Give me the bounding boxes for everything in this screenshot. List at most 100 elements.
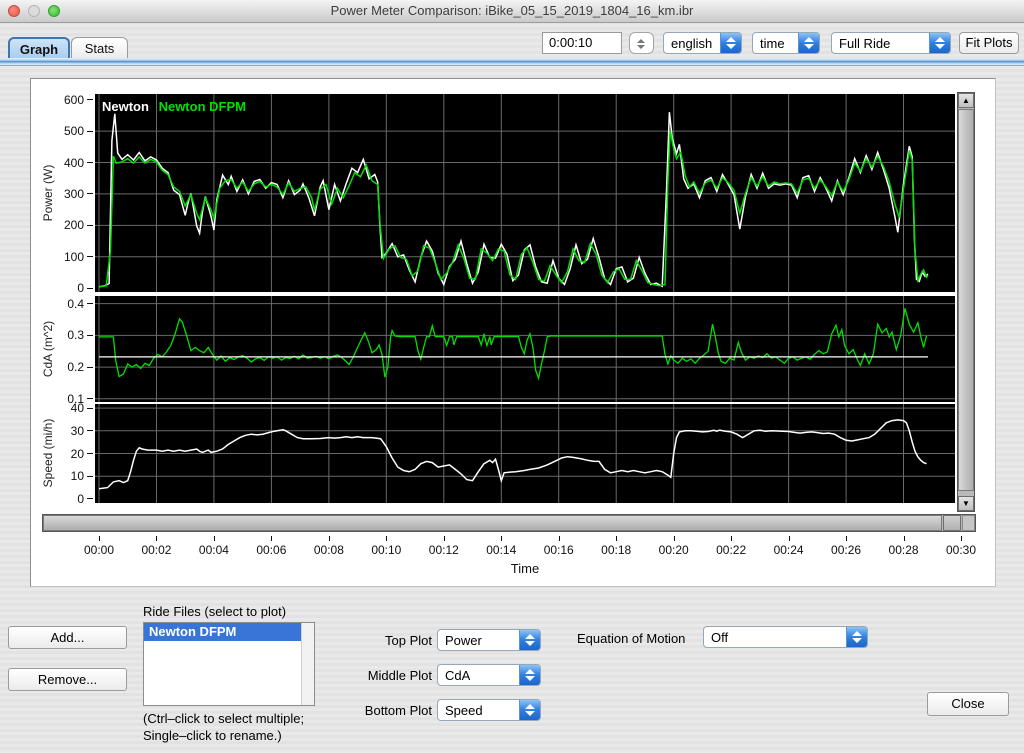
- power-plot[interactable]: [95, 94, 955, 292]
- x-tick-label: 00:14: [479, 543, 523, 557]
- ride-files-list[interactable]: Newton DFPM: [143, 622, 315, 706]
- y-tick-mark: [87, 476, 93, 477]
- ride-files-hint-line2: Single–click to rename.): [143, 728, 282, 743]
- y-tick-label: 10: [44, 469, 84, 483]
- horizontal-scrollbar[interactable]: [42, 514, 976, 532]
- x-tick-label: 00:12: [422, 543, 466, 557]
- xaxis-mode-select[interactable]: time: [752, 32, 820, 54]
- y-tick-mark: [87, 453, 93, 454]
- ride-files-hint-line1: (Ctrl–click to select multiple;: [143, 711, 304, 726]
- combo-chevrons-icon: [720, 33, 741, 53]
- x-tick-mark: [99, 536, 100, 541]
- fit-plots-button[interactable]: Fit Plots: [959, 32, 1019, 54]
- x-tick-label: 00:08: [307, 543, 351, 557]
- scrollbar-end-cap: [962, 515, 975, 531]
- x-tick-label: 00:26: [824, 543, 868, 557]
- scroll-up-icon[interactable]: ▲: [958, 93, 974, 108]
- cda-plot[interactable]: [95, 296, 955, 402]
- y-tick-mark: [87, 256, 93, 257]
- x-tick-label: 00:20: [652, 543, 696, 557]
- combo-chevrons-icon: [798, 33, 819, 53]
- y-tick-label: 0: [44, 281, 84, 295]
- x-tick-mark: [156, 536, 157, 541]
- units-select[interactable]: english: [663, 32, 742, 54]
- legend-newton-dfpm: Newton DFPM: [159, 99, 246, 114]
- x-tick-label: 00:30: [939, 543, 983, 557]
- power-y-ticks: 6005004003002001000: [56, 94, 93, 292]
- y-tick-label: 300: [44, 187, 84, 201]
- x-tick-mark: [961, 536, 962, 541]
- y-tick-label: 0.2: [44, 360, 84, 374]
- middle-plot-select[interactable]: CdA: [437, 664, 541, 686]
- x-tick-mark: [214, 536, 215, 541]
- top-plot-select[interactable]: Power: [437, 629, 541, 651]
- vertical-scrollbar-thumb[interactable]: [958, 109, 974, 491]
- x-tick-mark: [501, 536, 502, 541]
- x-tick-label: 00:10: [364, 543, 408, 557]
- titlebar[interactable]: Power Meter Comparison: iBike_05_15_2019…: [0, 0, 1024, 23]
- top-plot-label: Top Plot: [354, 633, 432, 648]
- speed-plot[interactable]: [95, 404, 955, 503]
- combo-chevrons-icon: [519, 700, 540, 720]
- equation-of-motion-select[interactable]: Off: [703, 626, 868, 648]
- x-tick-mark: [559, 536, 560, 541]
- top-plot-value: Power: [445, 633, 482, 648]
- tab-stats[interactable]: Stats: [71, 37, 128, 58]
- horizontal-scrollbar-thumb[interactable]: [43, 515, 942, 531]
- x-tick-mark: [731, 536, 732, 541]
- x-tick-mark: [329, 536, 330, 541]
- cda-y-axis-label: CdA (m^2): [41, 309, 55, 389]
- range-select[interactable]: Full Ride: [831, 32, 951, 54]
- middle-plot-value: CdA: [445, 668, 470, 683]
- x-tick-label: 00:24: [767, 543, 811, 557]
- time-window-stepper[interactable]: [629, 32, 654, 54]
- bottom-plot-select[interactable]: Speed: [437, 699, 541, 721]
- add-button[interactable]: Add...: [8, 626, 127, 649]
- close-dialog-button[interactable]: Close: [927, 692, 1009, 716]
- ride-files-label: Ride Files (select to plot): [143, 604, 286, 619]
- scroll-down-icon[interactable]: ▼: [958, 496, 974, 511]
- equation-of-motion-label: Equation of Motion: [577, 631, 685, 646]
- y-tick-mark: [87, 225, 93, 226]
- legend-newton: Newton: [102, 99, 149, 114]
- bottom-plot-value: Speed: [445, 703, 483, 718]
- y-tick-label: 30: [44, 424, 84, 438]
- remove-button[interactable]: Remove...: [8, 668, 127, 691]
- tab-graph[interactable]: Graph: [8, 37, 70, 58]
- speed-y-ticks: 403020100: [56, 404, 93, 503]
- window-title: Power Meter Comparison: iBike_05_15_2019…: [0, 3, 1024, 18]
- combo-chevrons-icon: [519, 630, 540, 650]
- scroll-right-button[interactable]: [943, 515, 961, 531]
- x-tick-label: 00:16: [537, 543, 581, 557]
- time-window-input[interactable]: 0:00:10: [542, 32, 622, 54]
- x-tick-mark: [674, 536, 675, 541]
- app-window: Power Meter Comparison: iBike_05_15_2019…: [0, 0, 1024, 753]
- x-tick-mark: [444, 536, 445, 541]
- plot-legend: Newton Newton DFPM: [102, 99, 246, 114]
- y-tick-mark: [87, 288, 93, 289]
- combo-chevrons-icon: [929, 33, 950, 53]
- vertical-scrollbar[interactable]: ▲ ▼: [957, 92, 975, 512]
- y-tick-mark: [87, 131, 93, 132]
- time-axis-title: Time: [95, 561, 955, 576]
- x-tick-mark: [789, 536, 790, 541]
- x-tick-mark: [271, 536, 272, 541]
- xaxis-mode-value: time: [760, 36, 785, 51]
- y-tick-mark: [87, 367, 93, 368]
- y-tick-label: 100: [44, 250, 84, 264]
- x-tick-label: 00:22: [709, 543, 753, 557]
- time-axis: 00:0000:0200:0400:0600:0800:1000:1200:14…: [95, 536, 970, 560]
- list-item[interactable]: Newton DFPM: [144, 623, 302, 641]
- y-tick-mark: [87, 193, 93, 194]
- x-tick-mark: [386, 536, 387, 541]
- y-tick-label: 200: [44, 218, 84, 232]
- list-scrollbar[interactable]: [301, 623, 314, 705]
- x-tick-mark: [846, 536, 847, 541]
- middle-plot-label: Middle Plot: [336, 668, 432, 683]
- y-tick-label: 20: [44, 447, 84, 461]
- combo-chevrons-icon: [519, 665, 540, 685]
- range-select-value: Full Ride: [839, 36, 890, 51]
- y-tick-label: 0: [44, 492, 84, 506]
- y-tick-mark: [87, 498, 93, 499]
- y-tick-mark: [87, 303, 93, 304]
